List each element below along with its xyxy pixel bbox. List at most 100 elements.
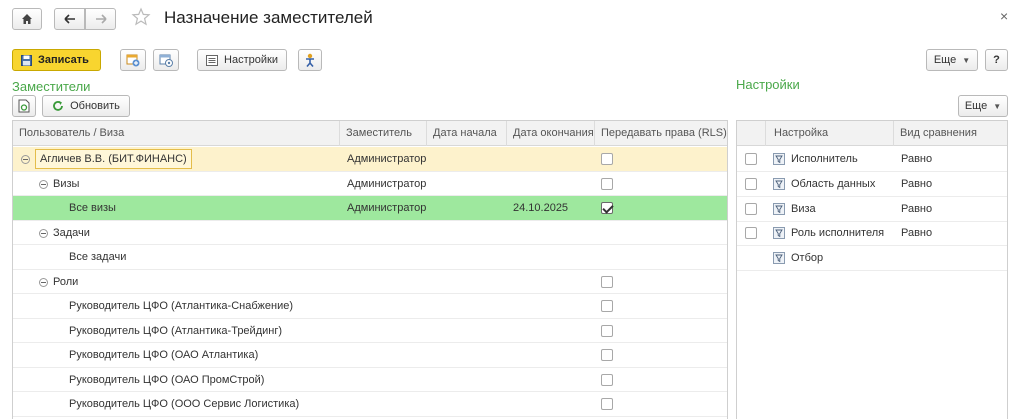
comparison-cell[interactable]: Равно <box>901 197 932 221</box>
forward-button[interactable] <box>85 8 116 30</box>
person-icon <box>306 53 314 67</box>
table-row[interactable]: Руководитель ЦФО (Атлантика-Снабжение) <box>13 294 727 319</box>
rls-checkbox[interactable] <box>601 398 613 410</box>
comparison-cell[interactable]: Равно <box>901 147 932 171</box>
list-item[interactable]: Роль исполнителя Равно <box>737 221 1007 247</box>
refresh-button-label: Обновить <box>70 100 120 112</box>
list-item[interactable]: Отбор <box>737 246 1007 272</box>
period-settings-button[interactable] <box>153 49 179 71</box>
table-row[interactable]: Визы Администратор <box>13 172 727 196</box>
filter-icon <box>773 252 785 265</box>
collapse-icon[interactable] <box>39 179 48 189</box>
comparison-cell[interactable]: Равно <box>901 221 932 245</box>
table-row[interactable]: Агличев В.В. (БИТ.ФИНАНС) Администратор <box>13 147 727 172</box>
column-header-comparison[interactable]: Вид сравнения <box>894 121 1007 146</box>
back-button[interactable] <box>54 8 85 30</box>
save-button[interactable]: Записать <box>12 49 101 71</box>
document-refresh-icon <box>18 99 30 113</box>
settings-button-label: Настройки <box>224 54 278 66</box>
setting-name-cell: Область данных <box>791 177 876 190</box>
column-header-deputy[interactable]: Заместитель <box>340 121 427 146</box>
settings-more-button[interactable]: Еще ▼ <box>958 95 1008 117</box>
settings-list-icon <box>206 54 219 66</box>
collapse-icon[interactable] <box>39 277 48 287</box>
user-visa-cell: Руководитель ЦФО (Атлантика-Снабжение) <box>69 300 294 312</box>
calendar-settings-icon <box>159 54 173 67</box>
rls-checkbox[interactable] <box>601 177 613 190</box>
user-visa-cell: Все задачи <box>69 251 127 263</box>
setting-name-cell: Исполнитель <box>791 153 858 165</box>
deputy-cell[interactable]: Администратор <box>347 147 426 171</box>
comparison-cell[interactable]: Равно <box>901 172 932 196</box>
setting-checkbox[interactable] <box>745 177 757 190</box>
table-row[interactable]: Все задачи <box>13 245 727 270</box>
table-row[interactable]: Руководитель ЦФО (ООО Сервис Логистика) <box>13 392 727 417</box>
chevron-down-icon: ▼ <box>962 55 971 65</box>
rls-checkbox[interactable] <box>601 202 613 214</box>
settings-table-header: Настройка Вид сравнения <box>737 121 1007 146</box>
rls-checkbox[interactable] <box>601 349 613 361</box>
deputies-table-header: Пользователь / Виза Заместитель Дата нач… <box>13 121 727 146</box>
rls-checkbox[interactable] <box>601 373 613 386</box>
column-header-end-date[interactable]: Дата окончания <box>507 121 595 146</box>
deputies-table[interactable]: Пользователь / Виза Заместитель Дата нач… <box>12 120 728 419</box>
user-name-cell[interactable]: Агличев В.В. (БИТ.ФИНАНС) <box>35 149 192 169</box>
calendar-add-icon <box>126 54 140 67</box>
user-visa-cell: Руководитель ЦФО (ООО Сервис Логистика) <box>69 398 300 410</box>
setting-checkbox[interactable] <box>745 227 757 240</box>
star-icon[interactable] <box>131 7 151 27</box>
rls-checkbox[interactable] <box>601 275 613 288</box>
rls-checkbox[interactable] <box>601 300 613 312</box>
setting-checkbox[interactable] <box>745 202 757 215</box>
save-icon <box>21 54 32 66</box>
list-item[interactable]: Виза Равно <box>737 197 1007 222</box>
more-button[interactable]: Еще ▼ <box>926 49 978 71</box>
home-button[interactable] <box>12 8 42 30</box>
table-row[interactable]: Задачи <box>13 221 727 245</box>
list-item[interactable]: Область данных Равно <box>737 172 1007 197</box>
list-item[interactable]: Исполнитель Равно <box>737 147 1007 172</box>
save-button-label: Записать <box>38 54 89 66</box>
collapse-icon[interactable] <box>21 155 30 164</box>
setting-checkbox[interactable] <box>745 153 757 165</box>
table-row[interactable]: Руководитель ЦФО (Атлантика-Трейдинг) <box>13 319 727 343</box>
column-header-user[interactable]: Пользователь / Виза <box>13 121 340 146</box>
end-date-cell[interactable]: 24.10.2025 <box>513 196 568 220</box>
help-button-label: ? <box>993 54 1000 66</box>
chevron-down-icon: ▼ <box>993 101 1002 111</box>
collapse-icon[interactable] <box>39 228 48 238</box>
settings-table[interactable]: Настройка Вид сравнения Исполнитель Равно… <box>736 120 1008 419</box>
column-header-rls[interactable]: Передавать права (RLS) <box>595 121 727 146</box>
filter-icon <box>773 153 785 165</box>
settings-button[interactable]: Настройки <box>197 49 287 71</box>
filter-icon <box>773 177 785 190</box>
table-row[interactable]: Все визы Администратор 24.10.2025 <box>13 196 727 221</box>
rls-checkbox[interactable] <box>601 324 613 337</box>
user-visa-cell: Все визы <box>69 202 116 214</box>
settings-more-label: Еще <box>964 100 988 112</box>
column-header-checkbox <box>737 121 766 146</box>
table-row[interactable]: Руководитель ЦФО (ОАО ПромСтрой) <box>13 368 727 392</box>
settings-section-title: Настройки <box>736 77 800 92</box>
setting-name-cell: Отбор <box>791 252 824 265</box>
user-visa-cell: Визы <box>53 177 80 190</box>
person-button[interactable] <box>298 49 322 71</box>
column-header-setting[interactable]: Настройка <box>766 121 894 146</box>
refresh-icon <box>53 101 63 111</box>
table-row[interactable]: Руководитель ЦФО (ОАО Атлантика) <box>13 343 727 368</box>
deputies-section-title: Заместители <box>12 79 91 94</box>
deputy-cell[interactable]: Администратор <box>347 172 426 196</box>
deputy-cell[interactable]: Администратор <box>347 196 426 220</box>
user-visa-cell: Роли <box>53 275 79 288</box>
export-button[interactable] <box>12 95 36 117</box>
setting-name-cell: Виза <box>791 202 816 215</box>
rls-checkbox[interactable] <box>601 153 613 165</box>
help-button[interactable]: ? <box>985 49 1008 71</box>
add-period-button[interactable] <box>120 49 146 71</box>
table-row[interactable]: Роли <box>13 270 727 294</box>
close-icon[interactable]: × <box>1000 8 1008 24</box>
setting-name-cell: Роль исполнителя <box>791 227 885 240</box>
column-header-start-date[interactable]: Дата начала <box>427 121 507 146</box>
arrow-left-icon <box>63 14 75 24</box>
refresh-button[interactable]: Обновить <box>42 95 130 117</box>
